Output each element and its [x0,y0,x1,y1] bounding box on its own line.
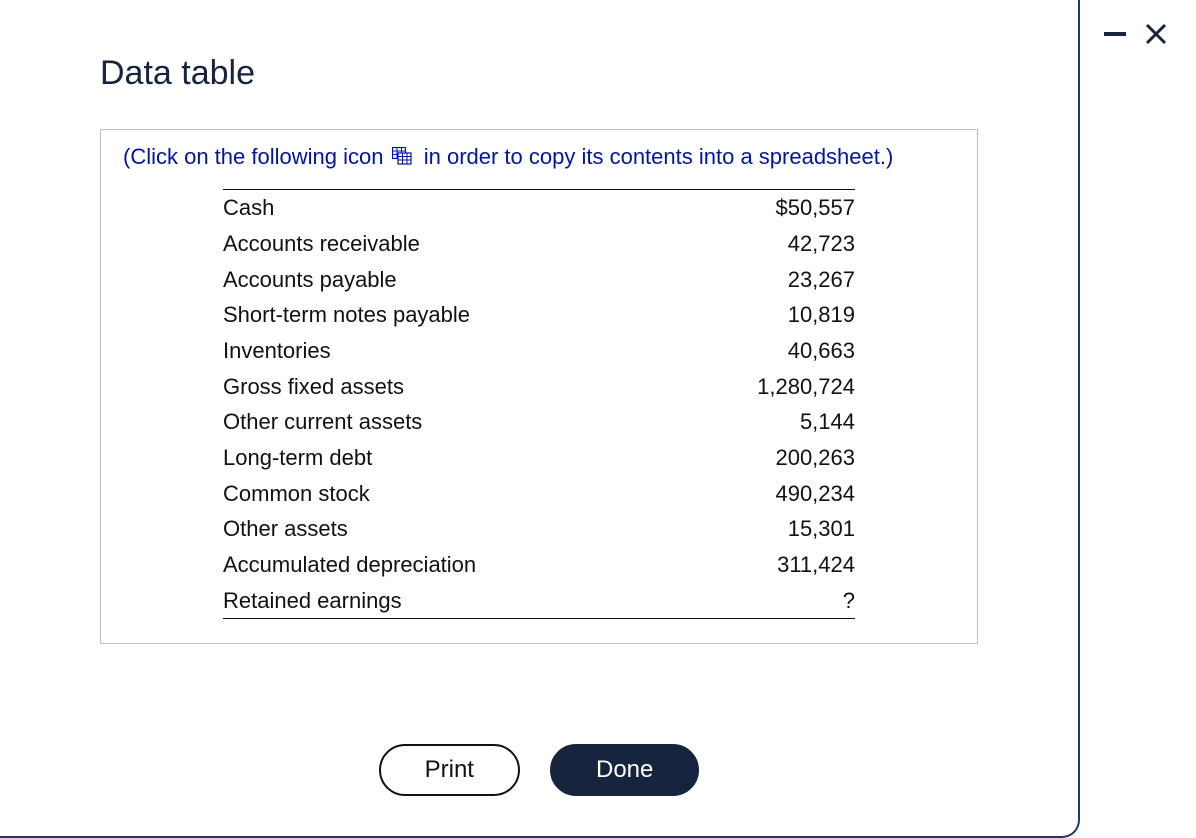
row-value: 40,663 [679,333,855,369]
table-row: Other current assets5,144 [223,404,855,440]
row-label: Accounts receivable [223,226,679,262]
row-label: Short-term notes payable [223,297,679,333]
row-value: 10,819 [679,297,855,333]
row-value: 490,234 [679,476,855,512]
row-value: $50,557 [679,190,855,226]
row-value: 1,280,724 [679,369,855,405]
minimize-icon[interactable] [1104,32,1126,36]
table-row: Other assets15,301 [223,511,855,547]
row-label: Long-term debt [223,440,679,476]
row-label: Inventories [223,333,679,369]
table-row: Inventories40,663 [223,333,855,369]
table-row: Gross fixed assets1,280,724 [223,369,855,405]
dialog-buttons: Print Done [0,744,1078,796]
row-label: Cash [223,190,679,226]
content-panel: (Click on the following icon in order to… [100,129,978,644]
data-table-dialog: Data table (Click on the following icon [0,0,1080,838]
balance-sheet-table: Cash$50,557Accounts receivable42,723Acco… [223,189,855,619]
row-label: Retained earnings [223,583,679,619]
row-value: 15,301 [679,511,855,547]
row-value: ? [679,583,855,619]
instruction-prefix: (Click on the following icon [123,144,383,169]
copy-to-spreadsheet-icon[interactable] [392,145,412,171]
row-label: Other assets [223,511,679,547]
row-value: 5,144 [679,404,855,440]
dialog-title: Data table [100,54,1078,93]
instruction-suffix: in order to copy its contents into a spr… [424,144,894,169]
done-button[interactable]: Done [550,744,699,796]
row-label: Other current assets [223,404,679,440]
row-label: Gross fixed assets [223,369,679,405]
row-value: 23,267 [679,262,855,298]
window-controls [1104,22,1168,46]
table-row: Accounts receivable42,723 [223,226,855,262]
table-row: Long-term debt200,263 [223,440,855,476]
row-label: Accounts payable [223,262,679,298]
table-row: Cash$50,557 [223,190,855,226]
row-label: Common stock [223,476,679,512]
close-icon[interactable] [1144,22,1168,46]
table-row: Short-term notes payable10,819 [223,297,855,333]
row-label: Accumulated depreciation [223,547,679,583]
row-value: 311,424 [679,547,855,583]
row-value: 200,263 [679,440,855,476]
row-value: 42,723 [679,226,855,262]
table-row: Retained earnings? [223,583,855,619]
table-row: Accounts payable23,267 [223,262,855,298]
copy-instruction: (Click on the following icon in order to… [123,144,955,171]
table-row: Common stock490,234 [223,476,855,512]
print-button[interactable]: Print [379,744,520,796]
table-row: Accumulated depreciation311,424 [223,547,855,583]
